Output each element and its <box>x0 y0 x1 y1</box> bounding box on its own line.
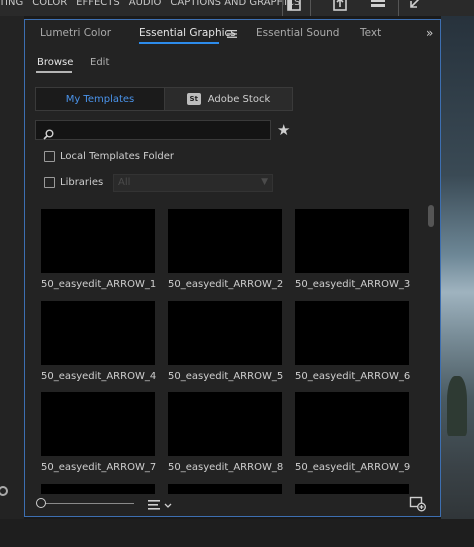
sort-icon[interactable] <box>147 497 175 511</box>
divider <box>282 0 283 16</box>
divider <box>310 0 311 16</box>
template-item[interactable]: 50_easyedit_ARROW_4 <box>41 301 157 382</box>
thumbnail-size-slider[interactable] <box>42 503 134 504</box>
template-item[interactable] <box>41 484 155 494</box>
adobe-stock-label: Adobe Stock <box>207 93 271 105</box>
template-label: 50_easyedit_ARROW_3 <box>295 279 411 290</box>
favorites-star-icon[interactable]: ★ <box>277 121 290 139</box>
template-item[interactable]: 50_easyedit_ARROW_2 <box>168 209 284 290</box>
essential-graphics-panel: Lumetri Color Essential Graphics Essenti… <box>24 19 441 517</box>
template-thumbnail[interactable] <box>295 484 409 494</box>
divider <box>398 0 399 16</box>
adobe-stock-icon: St <box>186 93 201 105</box>
local-templates-checkbox[interactable] <box>44 151 55 162</box>
workspace-tab-audio[interactable]: AUDIO <box>129 0 162 8</box>
timeline-playhead-icon[interactable] <box>0 486 8 496</box>
template-thumbnail[interactable] <box>295 209 409 273</box>
template-thumbnail[interactable] <box>168 484 282 494</box>
template-item[interactable]: 50_easyedit_ARROW_6 <box>295 301 411 382</box>
tab-essential-sound[interactable]: Essential Sound <box>256 27 339 39</box>
workspace-tab-captions-graphics[interactable]: CAPTIONS AND GRAPHICS <box>170 0 300 8</box>
template-source-toggle: My Templates St Adobe Stock <box>35 87 293 111</box>
workspace-panel-icon[interactable] <box>286 0 302 12</box>
active-tab-indicator <box>139 42 219 44</box>
left-panel-edge <box>0 16 24 547</box>
template-label: 50_easyedit_ARROW_7 <box>41 462 157 473</box>
template-label: 50_easyedit_ARROW_4 <box>41 371 157 382</box>
subtab-browse[interactable]: Browse <box>37 57 73 68</box>
tab-text[interactable]: Text <box>360 27 381 39</box>
workspace-tab-effects[interactable]: EFFECTS <box>76 0 120 8</box>
more-panels-icon[interactable]: » <box>426 26 433 40</box>
template-label: 50_easyedit_ARROW_1 <box>41 279 157 290</box>
quick-export-icon[interactable] <box>370 0 386 12</box>
template-item[interactable]: 50_easyedit_ARROW_3 <box>295 209 411 290</box>
template-item[interactable] <box>168 484 282 494</box>
templates-grid: 50_easyedit_ARROW_1 50_easyedit_ARROW_2 … <box>41 209 411 494</box>
local-templates-label: Local Templates Folder <box>60 151 175 162</box>
template-item[interactable]: 50_easyedit_ARROW_1 <box>41 209 157 290</box>
template-thumbnail[interactable] <box>168 301 282 365</box>
my-templates-label: My Templates <box>65 93 135 105</box>
chevron-down-icon: ▼ <box>261 177 268 187</box>
template-thumbnail[interactable] <box>41 484 155 494</box>
program-monitor-preview <box>441 16 474 547</box>
libraries-select[interactable]: All ▼ <box>113 174 273 192</box>
template-item[interactable]: 50_easyedit_ARROW_5 <box>168 301 284 382</box>
subtab-edit[interactable]: Edit <box>90 57 109 68</box>
premiere-window: ITING COLOR EFFECTS AUDIO CAPTIONS AND G… <box>0 0 474 547</box>
libraries-checkbox[interactable] <box>44 177 55 188</box>
new-item-icon[interactable] <box>409 496 427 512</box>
template-item[interactable]: 50_easyedit_ARROW_8 <box>168 392 284 473</box>
template-item[interactable] <box>295 484 409 494</box>
template-label: 50_easyedit_ARROW_9 <box>295 462 411 473</box>
libraries-row[interactable]: Libraries <box>44 177 103 188</box>
workspace-tab-editing[interactable]: ITING <box>0 0 23 8</box>
template-thumbnail[interactable] <box>295 392 409 456</box>
search-input[interactable] <box>35 120 271 140</box>
workspace-bar: ITING COLOR EFFECTS AUDIO CAPTIONS AND G… <box>0 0 474 16</box>
adobe-stock-button[interactable]: St Adobe Stock <box>164 88 292 110</box>
my-templates-button[interactable]: My Templates <box>36 88 164 110</box>
workspace-tab-color[interactable]: COLOR <box>32 0 67 8</box>
template-item[interactable]: 50_easyedit_ARROW_9 <box>295 392 411 473</box>
active-subtab-indicator <box>36 71 72 73</box>
panel-menu-icon[interactable] <box>227 29 237 38</box>
preview-image-detail <box>447 376 467 436</box>
templates-scrollbar[interactable] <box>427 50 434 502</box>
template-label: 50_easyedit_ARROW_8 <box>168 462 284 473</box>
workspace-tabs: ITING COLOR EFFECTS AUDIO CAPTIONS AND G… <box>0 0 300 8</box>
tab-lumetri-color[interactable]: Lumetri Color <box>40 27 111 39</box>
export-icon[interactable] <box>332 0 348 12</box>
panel-tabs: Lumetri Color Essential Graphics Essenti… <box>25 20 440 46</box>
template-label: 50_easyedit_ARROW_2 <box>168 279 284 290</box>
panel-footer <box>25 494 440 516</box>
template-item[interactable]: 50_easyedit_ARROW_7 <box>41 392 157 473</box>
template-label: 50_easyedit_ARROW_6 <box>295 371 411 382</box>
local-templates-folder-row[interactable]: Local Templates Folder <box>44 151 174 162</box>
template-thumbnail[interactable] <box>168 392 282 456</box>
template-thumbnail[interactable] <box>168 209 282 273</box>
tab-essential-graphics[interactable]: Essential Graphics <box>139 27 236 39</box>
template-thumbnail[interactable] <box>41 392 155 456</box>
template-thumbnail[interactable] <box>41 301 155 365</box>
search-icon <box>43 125 54 140</box>
template-label: 50_easyedit_ARROW_5 <box>168 371 284 382</box>
template-thumbnail[interactable] <box>41 209 155 273</box>
slider-knob[interactable] <box>36 498 46 508</box>
minimize-icon[interactable] <box>406 0 422 12</box>
template-thumbnail[interactable] <box>295 301 409 365</box>
libraries-label: Libraries <box>60 177 104 188</box>
scrollbar-thumb[interactable] <box>428 205 434 227</box>
bottom-bar <box>0 519 474 547</box>
libraries-select-value: All <box>118 177 131 188</box>
